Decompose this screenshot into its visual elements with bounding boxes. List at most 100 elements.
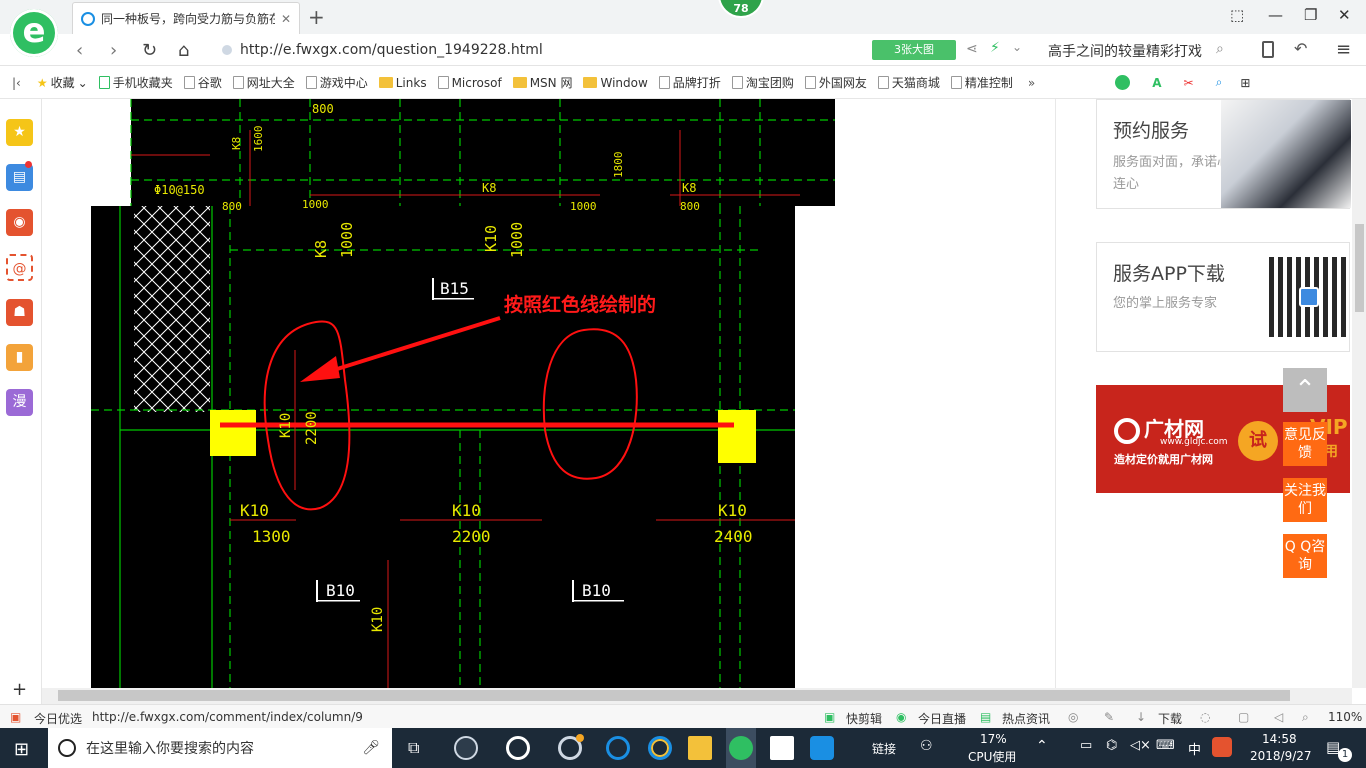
refresh-icon[interactable]: ↻: [142, 40, 157, 61]
tab-active[interactable]: 同一种板号，跨向受力筋与负筋在... ✕: [72, 2, 300, 34]
bookmark-item[interactable]: 网址大全: [232, 74, 295, 91]
big-image-button[interactable]: 3张大图: [872, 40, 956, 60]
bookmark-item[interactable]: 谷歌: [183, 74, 222, 91]
bookmark-item[interactable]: Links: [378, 76, 427, 90]
close-tab-icon[interactable]: ✕: [281, 12, 291, 26]
horizontal-scroll-thumb[interactable]: [58, 690, 1290, 701]
back-to-top-button[interactable]: ⌃: [1283, 368, 1327, 412]
chevron-down-icon[interactable]: ⌄: [78, 76, 88, 90]
bookmark-item[interactable]: Microsof: [437, 76, 502, 90]
mail-icon[interactable]: @: [6, 254, 33, 281]
speed-icon[interactable]: ⚡: [990, 40, 1000, 56]
downloads[interactable]: 下载: [1158, 710, 1182, 727]
add-sidebar-icon[interactable]: +: [12, 679, 27, 700]
taskbar-search[interactable]: 在这里输入你要搜索的内容 🎤︎: [48, 728, 392, 768]
hot-news[interactable]: 热点资讯: [1002, 710, 1050, 727]
gift-icon[interactable]: ▣: [10, 710, 21, 724]
people-icon[interactable]: ⚇: [920, 738, 933, 754]
task-view-icon[interactable]: ⧉: [408, 738, 419, 758]
ie-taskbar-icon[interactable]: [648, 736, 672, 760]
qq-consult-button[interactable]: Q Q咨询: [1283, 534, 1327, 578]
feedback-button[interactable]: 意见反馈: [1283, 422, 1327, 466]
forward-icon[interactable]: ›: [110, 40, 117, 61]
bookmark-item[interactable]: 游戏中心: [305, 74, 368, 91]
zoom-level[interactable]: 110%: [1328, 710, 1362, 724]
bookmark-item[interactable]: 品牌打折: [658, 74, 721, 91]
address-bar[interactable]: http://e.fwxgx.com/question_1949228.html: [222, 38, 862, 62]
vertical-scroll-thumb[interactable]: [1355, 224, 1364, 312]
browser-e-icon[interactable]: [506, 736, 530, 760]
news-icon[interactable]: ▤: [6, 164, 33, 191]
volume-icon[interactable]: ◁: [1274, 710, 1283, 724]
url-text[interactable]: http://e.fwxgx.com/question_1949228.html: [240, 42, 543, 58]
network-icon[interactable]: ⌬: [1106, 738, 1117, 753]
bookmark-item[interactable]: ★ 收藏 ⌄: [37, 74, 88, 91]
card-appointment[interactable]: 预约服务 服务面对面，承诺心连心: [1096, 99, 1351, 209]
horizontal-scrollbar[interactable]: [42, 688, 1352, 704]
chevron-down-icon[interactable]: ⌄: [1012, 40, 1022, 54]
microphone-icon[interactable]: 🎤︎: [362, 740, 380, 756]
vertical-scrollbar[interactable]: [1352, 99, 1366, 688]
volume-mute-icon[interactable]: ◁×: [1130, 738, 1151, 753]
bookmark-item[interactable]: 外国网友: [804, 74, 867, 91]
chevron-up-icon[interactable]: ⌃: [1036, 738, 1048, 754]
zoom-icon[interactable]: ⌕: [1302, 710, 1309, 725]
bookmark-item[interactable]: 天猫商城: [877, 74, 940, 91]
search-input[interactable]: 高手之间的较量精彩打戏: [1048, 41, 1202, 61]
shield-icon[interactable]: [1115, 75, 1131, 90]
game-icon[interactable]: ☗: [6, 299, 33, 326]
translate-icon[interactable]: A: [1152, 76, 1161, 90]
today-picks[interactable]: 今日优选: [34, 710, 82, 727]
apps-icon[interactable]: ⊞: [1240, 76, 1250, 90]
today-live[interactable]: 今日直播: [918, 710, 966, 727]
bookmark-item[interactable]: Window: [583, 76, 648, 90]
browser-taskbar-icon[interactable]: [729, 736, 753, 760]
clock-time[interactable]: 14:58: [1262, 732, 1297, 746]
quick-clip[interactable]: 快剪辑: [846, 710, 882, 727]
bookmark-item[interactable]: MSN 网: [512, 74, 572, 91]
bookmark-item[interactable]: 精准控制: [950, 74, 1013, 91]
minimize-icon[interactable]: —: [1268, 6, 1283, 24]
bookmark-item[interactable]: 淘宝团购: [731, 74, 794, 91]
file-explorer-icon[interactable]: [688, 736, 712, 760]
device-icon[interactable]: ▭: [1080, 738, 1092, 753]
mobile-icon[interactable]: [1262, 41, 1274, 58]
collapse-sidebar-icon[interactable]: |‹: [12, 76, 21, 90]
notification-badge[interactable]: 78: [718, 0, 764, 18]
bookmark-item[interactable]: 手机收藏夹: [98, 74, 173, 91]
keyboard-icon[interactable]: ⌨: [1156, 738, 1175, 753]
share-icon[interactable]: ⋖: [966, 41, 978, 57]
back-icon[interactable]: ‹: [76, 40, 83, 61]
ime-label[interactable]: 中: [1188, 739, 1201, 758]
clock-date[interactable]: 2018/9/27: [1250, 749, 1312, 763]
menu-icon[interactable]: ≡: [1336, 39, 1351, 60]
window-icon[interactable]: ▢: [1238, 710, 1249, 724]
screenshot-icon[interactable]: ✂: [1184, 76, 1194, 90]
card-app-download[interactable]: 服务APP下载 您的掌上服务专家: [1096, 242, 1350, 352]
glodon-icon[interactable]: [810, 736, 834, 760]
mail-taskbar-icon[interactable]: [770, 736, 794, 760]
sogou-icon[interactable]: [1212, 737, 1232, 757]
pin-icon[interactable]: ✎: [1104, 710, 1114, 724]
manga-icon[interactable]: 漫: [6, 389, 33, 416]
edge-icon[interactable]: [606, 736, 630, 760]
more-bookmarks-icon[interactable]: »: [1028, 76, 1035, 90]
windows-start-icon[interactable]: ⊞: [14, 739, 29, 760]
close-window-icon[interactable]: ✕: [1338, 6, 1351, 24]
skin-icon[interactable]: ⬚: [1230, 6, 1244, 24]
follow-us-button[interactable]: 关注我们: [1283, 478, 1327, 522]
home-icon[interactable]: ⌂: [178, 40, 189, 61]
find-icon[interactable]: ⌕: [1216, 75, 1223, 90]
search-icon[interactable]: ⌕: [1216, 41, 1224, 57]
maximize-icon[interactable]: ❐: [1304, 6, 1317, 24]
ie-mode-icon[interactable]: ◎: [1068, 710, 1078, 724]
pinwheel-app-icon[interactable]: [454, 736, 478, 760]
favorites-icon[interactable]: ★: [6, 119, 33, 146]
link-label[interactable]: 链接: [872, 740, 896, 757]
novel-icon[interactable]: ▮: [6, 344, 33, 371]
history-icon[interactable]: ◌: [1200, 710, 1210, 724]
undo-icon[interactable]: ↶: [1294, 39, 1307, 58]
new-tab-button[interactable]: +: [308, 5, 325, 29]
weibo-icon[interactable]: ◉: [6, 209, 33, 236]
browser-logo-icon[interactable]: e: [10, 9, 58, 57]
